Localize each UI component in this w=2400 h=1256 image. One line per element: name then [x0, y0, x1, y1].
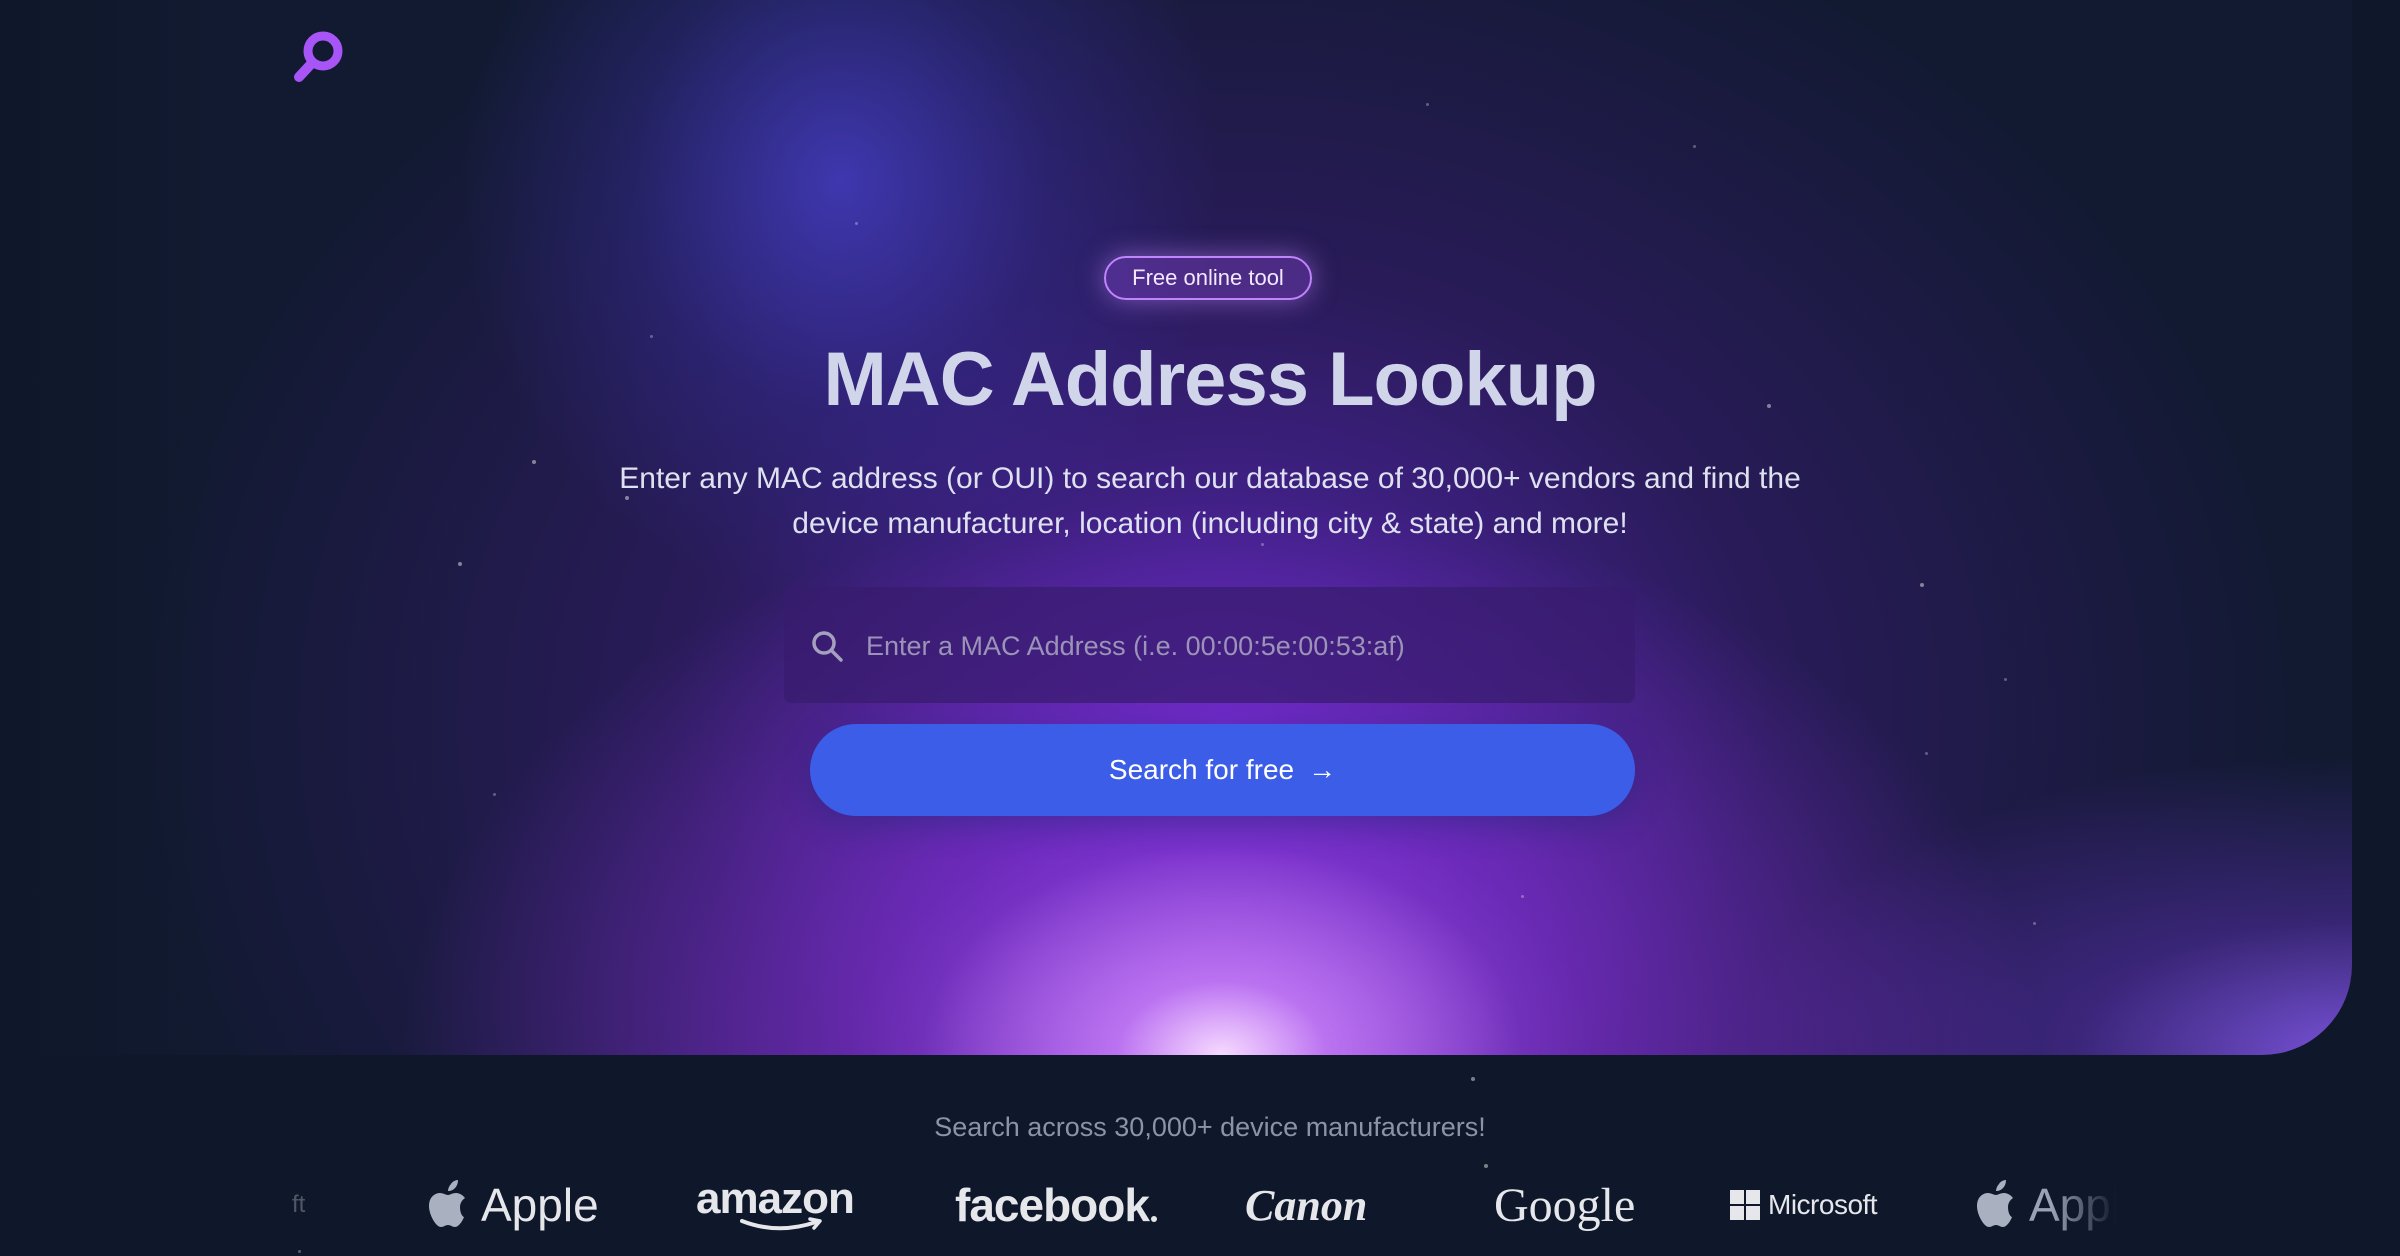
brand-label: Apple	[2029, 1179, 2116, 1231]
brand-label: amazon	[696, 1174, 855, 1223]
brand-logo-apple-repeat: Apple	[1973, 1160, 2116, 1250]
brand-logos-strip: ft Apple amazon facebook Canon Google Mi…	[0, 1160, 2400, 1250]
page-title: MAC Address Lookup	[823, 337, 1598, 422]
facebook-dot	[1150, 1216, 1157, 1222]
star-decoration	[2004, 678, 2007, 681]
brand-label: Google	[1494, 1178, 1636, 1232]
brand-logo-facebook: facebook	[955, 1160, 1157, 1250]
star-decoration	[1920, 583, 1924, 587]
star-decoration	[298, 1250, 301, 1253]
brand-logo-apple: Apple	[425, 1160, 599, 1250]
hero-edge-fade	[0, 0, 220, 1055]
search-button-label: Search for free	[1108, 754, 1295, 785]
brand-label: facebook	[955, 1179, 1150, 1231]
star-decoration	[1426, 103, 1429, 106]
brand-label: Microsoft	[1768, 1189, 1878, 1220]
brand-logo-microsoft-partial: ft	[292, 1160, 305, 1250]
free-tool-badge: Free online tool	[1104, 256, 1312, 300]
star-decoration	[855, 222, 858, 225]
magnifier-logo-icon[interactable]	[290, 28, 348, 86]
microsoft-windows-icon	[1730, 1190, 1760, 1220]
search-icon	[812, 631, 843, 662]
brand-logo-canon: Canon	[1245, 1160, 1367, 1250]
star-decoration	[2033, 922, 2036, 925]
page-subtitle: Enter any MAC address (or OUI) to search…	[570, 456, 1850, 546]
brand-label: Apple	[481, 1179, 599, 1231]
brands-caption: Search across 30,000+ device manufacture…	[934, 1112, 1486, 1142]
apple-icon	[429, 1180, 465, 1227]
star-decoration	[532, 460, 536, 464]
star-decoration	[1925, 752, 1928, 755]
apple-icon	[1977, 1180, 2013, 1227]
brand-label: Canon	[1245, 1180, 1368, 1230]
arrow-right-icon: →	[1308, 754, 1337, 785]
amazon-smile-icon	[739, 1217, 822, 1231]
brand-logo-amazon: amazon	[696, 1160, 855, 1250]
search-box	[784, 587, 1635, 703]
star-decoration	[1693, 145, 1696, 148]
star-decoration	[1471, 1077, 1475, 1081]
star-decoration	[458, 562, 462, 566]
mac-address-input[interactable]	[864, 615, 1608, 677]
brand-logo-google: Google	[1494, 1160, 1635, 1250]
brand-label: ft	[292, 1191, 306, 1218]
brand-logo-microsoft: Microsoft	[1730, 1160, 1878, 1250]
star-decoration	[493, 793, 496, 796]
subtitle-line-2: device manufacturer, location (including…	[792, 507, 1628, 540]
search-button[interactable]: Search for free →	[810, 724, 1635, 816]
subtitle-line-1: Enter any MAC address (or OUI) to search…	[619, 462, 1801, 495]
star-decoration	[1521, 895, 1524, 898]
